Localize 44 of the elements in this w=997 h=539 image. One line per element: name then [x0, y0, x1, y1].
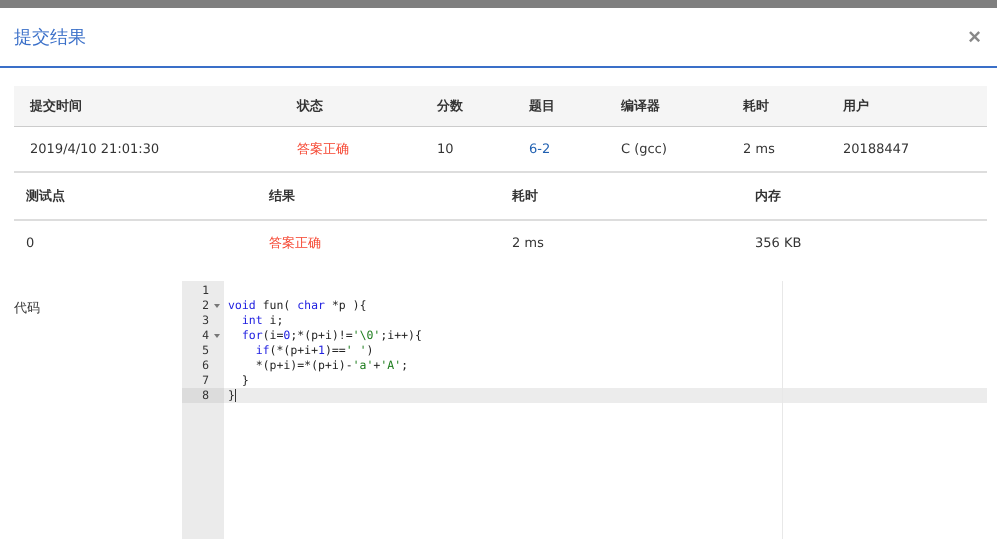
column-header: 分数 — [436, 98, 464, 115]
line-number: 7 — [201, 373, 209, 388]
column-header: 耗时 — [742, 98, 770, 115]
code-line: } — [228, 388, 235, 403]
fold-arrow-icon[interactable] — [214, 304, 220, 308]
code-label: 代码 — [13, 300, 41, 318]
line-number: 8 — [201, 388, 209, 403]
table-cell-text: 2 ms — [742, 142, 776, 156]
code-line: *(p+i)=*(p+i)-'a'+'A'; — [254, 358, 408, 373]
table-cell-text: 0 — [25, 236, 36, 250]
line-number: 6 — [201, 358, 209, 373]
table-cell-text: 356 KB — [754, 236, 802, 250]
table-cell-text: 2 ms — [511, 236, 545, 250]
dialog-title: 提交结果 — [14, 26, 86, 49]
code-line: void fun( char *p ){ — [228, 298, 366, 313]
close-button[interactable]: × — [964, 24, 985, 50]
code-line: } — [240, 373, 249, 388]
line-number: 5 — [201, 343, 209, 358]
column-header: 提交时间 — [28, 98, 83, 115]
table-cell-text: 2019/4/10 21:01:30 — [29, 142, 160, 156]
code-line: for(i=0;*(p+i)!='\0';i++){ — [240, 328, 422, 343]
code-line: int i; — [240, 313, 284, 328]
column-header: 题目 — [528, 98, 556, 115]
problem-link[interactable]: 6-2 — [513, 142, 605, 156]
table-cell-text: 20188447 — [842, 142, 910, 156]
column-header: 编译器 — [620, 98, 661, 115]
status-text: 答案正确 — [268, 235, 322, 252]
table-cell-text: 10 — [436, 142, 455, 156]
column-header: 耗时 — [510, 188, 539, 205]
code-editor[interactable]: 1 2 3 4 5 6 7 8 void fun( char *p ){ int i; for(i=0;*(p+i)!='\0';i++){ if(*(p+i+1)==' ') *(p+i)=*(p+i)-'a'+'A'; } } — [182, 281, 987, 539]
column-header: 状态 — [295, 98, 324, 115]
column-header: 测试点 — [25, 188, 66, 205]
table-cell-text: C (gcc) — [620, 142, 668, 156]
column-header: 用户 — [842, 98, 870, 115]
column-header: 结果 — [268, 188, 296, 205]
fold-arrow-icon[interactable] — [214, 334, 220, 338]
column-header: 内存 — [754, 188, 782, 205]
line-number: 3 — [201, 313, 209, 328]
line-number: 2 — [201, 298, 209, 313]
code-line: if(*(p+i+1)==' ') — [254, 343, 374, 358]
line-number: 4 — [201, 328, 209, 343]
line-number: 1 — [201, 283, 209, 298]
status-text: 答案正确 — [296, 141, 350, 158]
text-cursor — [234, 389, 236, 402]
